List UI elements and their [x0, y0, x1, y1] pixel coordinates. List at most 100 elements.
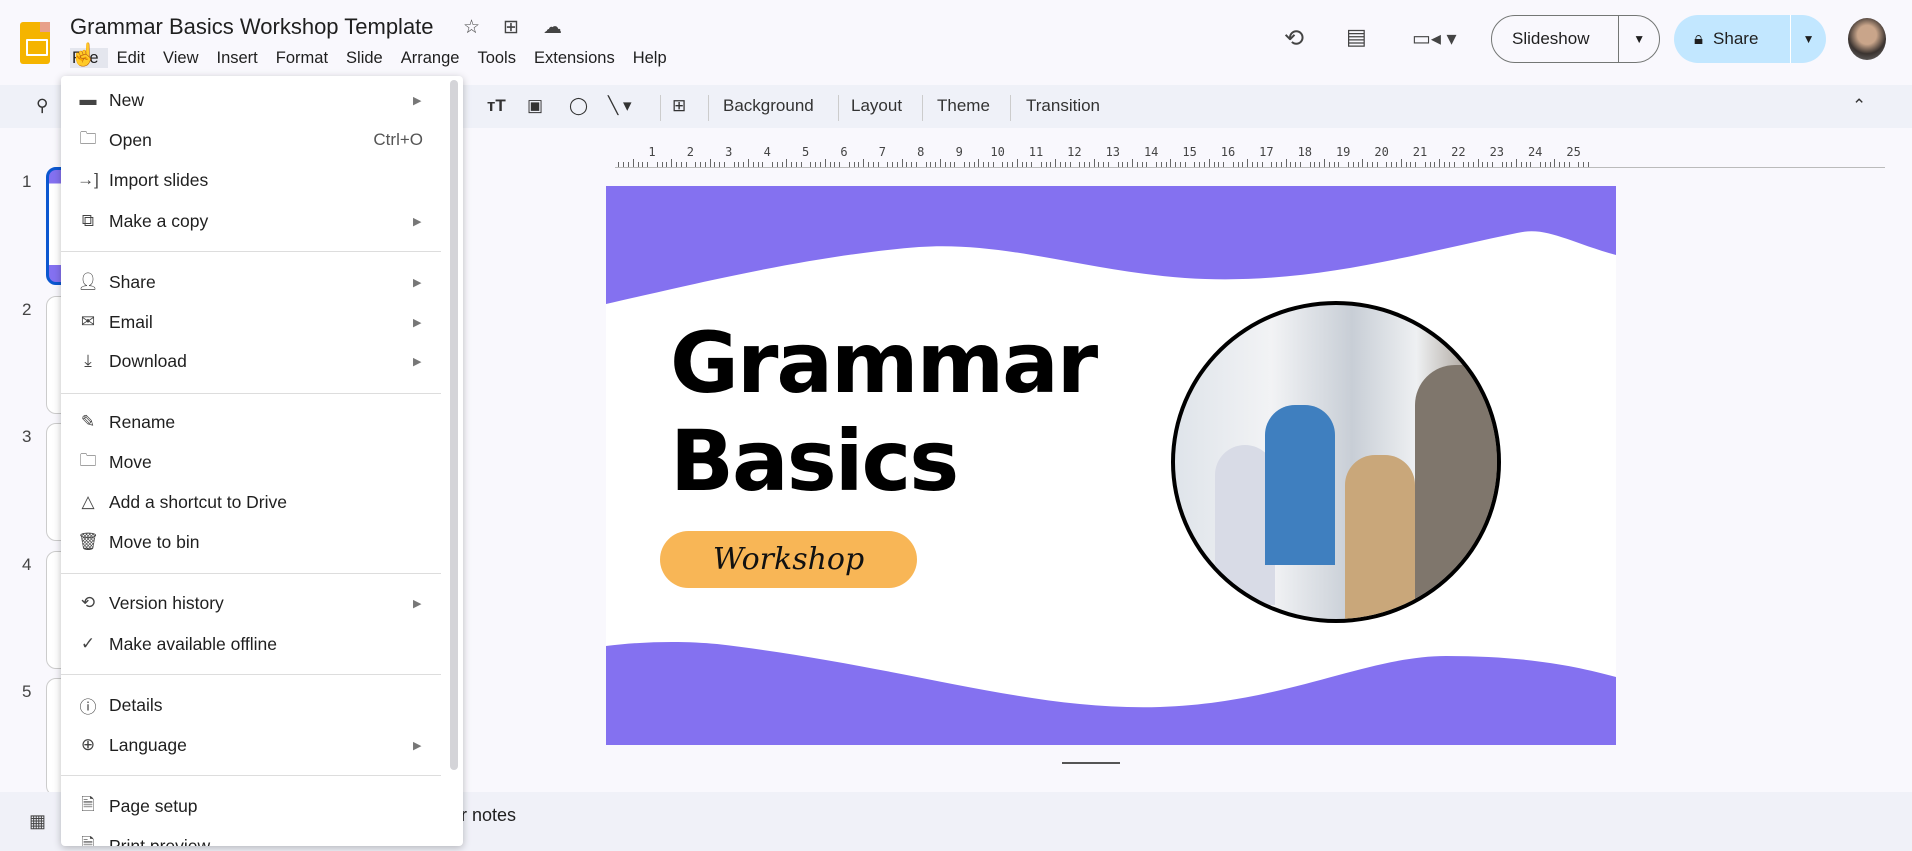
background-button[interactable]: Background: [723, 96, 814, 116]
theme-button[interactable]: Theme: [937, 96, 990, 116]
menu-extensions[interactable]: Extensions: [525, 48, 624, 68]
page-icon: 🗎: [81, 794, 95, 814]
ruler-tick: [1328, 162, 1330, 167]
ruler-label: 3: [725, 145, 733, 159]
ruler-tick: [623, 162, 625, 167]
ruler-tick: [853, 162, 855, 167]
move-folder-icon[interactable]: ⊞: [503, 16, 519, 39]
menu-item-move-to-bin[interactable]: 🗑︎ Move to bin: [61, 524, 451, 560]
menu-item-make-available-offline[interactable]: ✓ Make available offline: [61, 626, 451, 662]
notes-resize-handle[interactable]: [1062, 762, 1120, 764]
layout-button[interactable]: Layout: [851, 96, 902, 116]
search-menus-icon[interactable]: ⚲: [36, 96, 48, 116]
menu-item-page-setup[interactable]: 🗎 Page setup: [61, 788, 451, 824]
slideshow-button[interactable]: Slideshow ▼: [1491, 15, 1660, 63]
menu-item-add-a-shortcut-to-drive[interactable]: △ Add a shortcut to Drive: [61, 484, 451, 520]
menu-edit[interactable]: Edit: [108, 48, 154, 68]
menu-format[interactable]: Format: [267, 48, 337, 68]
ruler-tick: [642, 162, 644, 167]
meet-icon[interactable]: ▭◂ ▾: [1412, 26, 1457, 51]
text-box-icon[interactable]: тT: [487, 96, 506, 116]
star-icon[interactable]: ☆: [463, 16, 480, 39]
slide-title-line-2[interactable]: Basics: [670, 412, 959, 510]
ruler-tick: [1160, 162, 1162, 167]
cloud-saved-icon[interactable]: ☁: [543, 16, 562, 39]
menu-item-new[interactable]: ▬ New ▶: [61, 82, 451, 118]
menu-item-share[interactable]: 👤︎ Share ▶: [61, 264, 451, 300]
menu-item-version-history[interactable]: ⟲ Version history ▶: [61, 585, 451, 621]
ruler-tick: [738, 162, 740, 167]
menu-item-print-preview[interactable]: 🗎 Print preview: [61, 828, 451, 847]
ruler-tick: [1559, 162, 1561, 167]
share-dropdown[interactable]: ▼: [1790, 15, 1826, 63]
workshop-pill[interactable]: Workshop: [660, 531, 917, 588]
submenu-arrow-icon: ▶: [413, 276, 422, 289]
shape-icon[interactable]: ◯: [569, 96, 588, 116]
ruler-tick: [733, 162, 735, 167]
ruler-tick: [1156, 162, 1157, 167]
ruler-tick: [1127, 162, 1129, 167]
ruler-label: 13: [1105, 145, 1121, 159]
ruler-tick: [1415, 162, 1417, 167]
drive-shortcut-icon: △: [81, 492, 95, 511]
ruler-tick: [1204, 162, 1205, 167]
ruler-tick: [748, 159, 749, 167]
ruler-tick: [791, 162, 793, 167]
ruler-tick: [1079, 162, 1081, 167]
ruler-tick: [776, 162, 778, 167]
new-slides-icon: ▬: [79, 90, 97, 109]
import-icon: →]: [77, 170, 99, 189]
menu-insert[interactable]: Insert: [208, 48, 267, 68]
slideshow-dropdown[interactable]: ▼: [1618, 16, 1659, 62]
menu-item-make-a-copy[interactable]: ⧉ Make a copy ▶: [61, 203, 451, 239]
comments-icon[interactable]: ▤: [1346, 24, 1367, 50]
ruler-tick: [1199, 162, 1201, 167]
ruler-label: 9: [955, 145, 963, 159]
avatar[interactable]: [1848, 18, 1886, 60]
document-title[interactable]: Grammar Basics Workshop Template: [70, 14, 434, 40]
menu-item-move[interactable]: 🗀 Move: [61, 444, 451, 480]
menu-separator: [61, 573, 441, 574]
menu-view[interactable]: View: [154, 48, 207, 68]
ruler-label: 2: [686, 145, 695, 159]
ruler-tick: [940, 159, 941, 167]
menu-help[interactable]: Help: [624, 48, 676, 68]
menu-item-download[interactable]: ⤓ Download ▶: [61, 343, 451, 379]
horizontal-ruler[interactable]: 1 2 3 4 5 6 7 8 9 10 11 12 13 14 15 16 17 18 19 20 21 22 23 24 2…: [615, 140, 1885, 168]
group-discussion-photo[interactable]: [1171, 301, 1501, 623]
collapse-toolbar-icon[interactable]: ⌃: [1852, 96, 1866, 116]
slide-canvas[interactable]: Grammar Basics Workshop: [606, 186, 1616, 745]
grid-view-icon[interactable]: ▦: [29, 811, 46, 832]
menu-item-rename[interactable]: ✎ Rename: [61, 404, 451, 440]
ruler-tick: [1098, 162, 1100, 167]
menu-item-details[interactable]: ⓘ Details: [61, 687, 451, 723]
menu-item-language[interactable]: ⊕ Language ▶: [61, 727, 451, 763]
add-comment-icon[interactable]: ⊞: [672, 96, 686, 116]
ruler-label: 5: [801, 145, 810, 159]
ruler-tick: [1439, 159, 1441, 167]
ruler-tick: [1453, 162, 1455, 167]
slideshow-label: Slideshow: [1512, 29, 1590, 48]
line-icon[interactable]: ╲ ▾: [608, 96, 632, 116]
globe-icon: ⊕: [80, 735, 96, 754]
slide-title-line-1[interactable]: Grammar: [670, 314, 1098, 412]
menu-arrange[interactable]: Arrange: [392, 48, 469, 68]
image-icon[interactable]: ▣: [527, 96, 543, 116]
ruler-tick: [964, 162, 965, 167]
ruler-tick: [1487, 162, 1489, 167]
menu-scrollbar[interactable]: [450, 80, 458, 770]
menu-tools[interactable]: Tools: [468, 48, 525, 68]
transition-button[interactable]: Transition: [1026, 96, 1100, 116]
ruler-tick: [1084, 162, 1085, 167]
share-button[interactable]: 🔒︎ Share ▼: [1674, 15, 1826, 63]
slides-logo[interactable]: [20, 22, 50, 64]
version-history-icon[interactable]: ⟲: [1284, 24, 1304, 53]
menu-slide[interactable]: Slide: [337, 48, 392, 68]
menu-item-open[interactable]: 🗀 Open Ctrl+O: [61, 122, 451, 158]
ruler-label: 15: [1182, 145, 1197, 159]
menu-item-import-slides[interactable]: →] Import slides: [61, 162, 451, 198]
menu-item-email[interactable]: ✉ Email ▶: [61, 304, 451, 340]
ruler-tick: [1261, 162, 1263, 167]
ruler-tick: [1276, 162, 1277, 167]
ruler-tick: [695, 162, 697, 167]
